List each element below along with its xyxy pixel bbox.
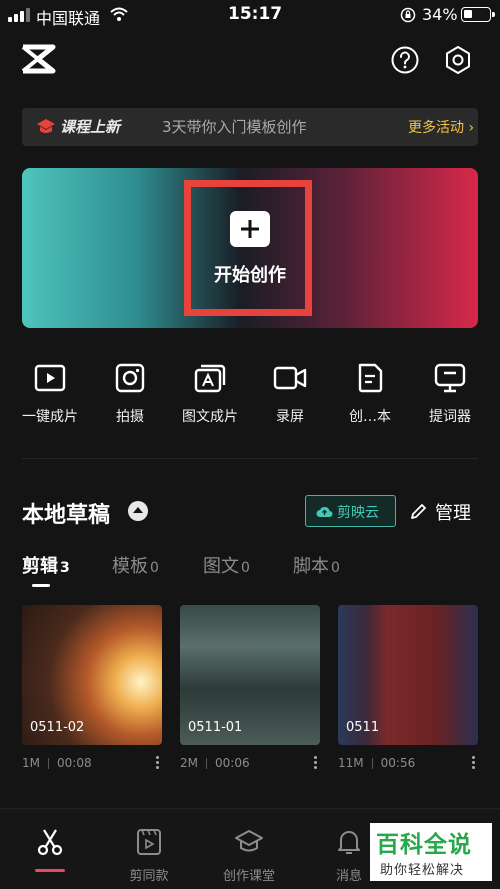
nav-label: 创作课堂 xyxy=(204,865,294,884)
battery-percent: 34% xyxy=(422,5,458,24)
draft-meta: 2M00:06 xyxy=(180,756,320,774)
more-activities-link[interactable]: 更多活动 › xyxy=(408,117,474,137)
highlight-box xyxy=(184,180,312,316)
tool-label: 一键成片 xyxy=(10,406,90,426)
more-options-icon[interactable] xyxy=(472,756,476,772)
cloud-label: 剪映云 xyxy=(337,502,379,522)
draft-card[interactable]: 0511-02 1M00:08 xyxy=(22,605,162,774)
course-description: 3天带你入门模板创作 xyxy=(162,116,307,137)
draft-thumbnail[interactable]: 0511-01 xyxy=(180,605,320,745)
camera-icon xyxy=(113,362,147,394)
tab-image-text[interactable]: 图文0 xyxy=(203,552,250,578)
watermark-subtitle: 助你轻松解决 xyxy=(380,859,464,878)
settings-icon[interactable] xyxy=(443,45,473,75)
watermark-logo: 百科全说 助你轻松解决 xyxy=(370,823,492,881)
tool-label: 提词器 xyxy=(410,406,490,426)
tab-edit[interactable]: 剪辑3 xyxy=(22,552,70,578)
image-text-icon xyxy=(193,362,227,394)
nav-label: 剪同款 xyxy=(104,865,194,884)
tool-shoot[interactable]: 拍摄 xyxy=(90,362,170,426)
more-options-icon[interactable] xyxy=(156,756,160,772)
graduation-cap-icon xyxy=(36,118,56,136)
capcut-logo-icon xyxy=(20,44,56,74)
bell-icon xyxy=(334,827,364,857)
plus-icon xyxy=(230,211,270,247)
clock: 15:17 xyxy=(228,4,282,24)
tool-label: 图文成片 xyxy=(170,406,250,426)
cloud-button[interactable]: 剪映云 xyxy=(305,495,396,527)
active-tab-indicator xyxy=(32,584,50,587)
scissors-icon xyxy=(35,827,65,857)
watermark-title: 百科全说 xyxy=(376,825,472,859)
battery-icon xyxy=(461,7,491,22)
draft-card[interactable]: 0511-01 2M00:06 xyxy=(180,605,320,774)
draft-thumbnail[interactable]: 0511 xyxy=(338,605,478,745)
draft-card[interactable]: 0511 11M00:56 xyxy=(338,605,478,774)
tool-teleprompter[interactable]: 提词器 xyxy=(410,362,490,426)
draft-meta: 11M00:56 xyxy=(338,756,478,774)
play-icon xyxy=(33,362,67,394)
draft-name: 0511-02 xyxy=(30,720,84,735)
nav-templates[interactable]: 剪同款 xyxy=(104,827,194,884)
tool-one-click-video[interactable]: 一键成片 xyxy=(10,362,90,426)
divider xyxy=(22,458,478,459)
wifi-icon xyxy=(110,6,128,22)
tool-screen-record[interactable]: 录屏 xyxy=(250,362,330,426)
tool-label: 创…本 xyxy=(330,406,410,426)
tab-template[interactable]: 模板0 xyxy=(112,552,159,578)
status-bar: 中国联通 15:17 34% xyxy=(0,0,500,30)
manage-label: 管理 xyxy=(435,499,471,525)
nav-edit[interactable] xyxy=(5,827,95,857)
rotation-lock-icon xyxy=(400,7,416,23)
local-drafts-title: 本地草稿 xyxy=(22,497,110,529)
carrier-label: 中国联通 xyxy=(36,5,100,29)
more-options-icon[interactable] xyxy=(314,756,318,772)
draft-thumbnail[interactable]: 0511-02 xyxy=(22,605,162,745)
tool-label: 录屏 xyxy=(250,406,330,426)
help-icon[interactable] xyxy=(390,45,420,75)
script-icon xyxy=(353,362,387,394)
start-creating-label: 开始创作 xyxy=(22,261,478,287)
nav-classroom[interactable]: 创作课堂 xyxy=(204,827,294,884)
start-creating-card[interactable]: 开始创作 xyxy=(22,168,478,328)
tool-image-text[interactable]: 图文成片 xyxy=(170,362,250,426)
caret-up-icon[interactable] xyxy=(128,501,148,521)
teleprompter-icon xyxy=(433,362,467,394)
tool-script[interactable]: 创…本 xyxy=(330,362,410,426)
draft-name: 0511-01 xyxy=(188,720,242,735)
course-tag: 课程上新 xyxy=(60,116,120,137)
record-icon xyxy=(273,362,307,394)
draft-name: 0511 xyxy=(346,720,379,735)
tab-script[interactable]: 脚本0 xyxy=(293,552,340,578)
graduation-cap-icon xyxy=(234,827,264,857)
tool-label: 拍摄 xyxy=(90,406,170,426)
active-nav-indicator xyxy=(35,869,65,872)
cloud-upload-icon xyxy=(316,504,333,518)
edit-icon xyxy=(410,503,427,520)
draft-meta: 1M00:08 xyxy=(22,756,162,774)
template-icon xyxy=(134,827,164,857)
course-banner[interactable]: 课程上新 3天带你入门模板创作 更多活动 › xyxy=(22,108,478,146)
signal-icon xyxy=(8,8,32,22)
